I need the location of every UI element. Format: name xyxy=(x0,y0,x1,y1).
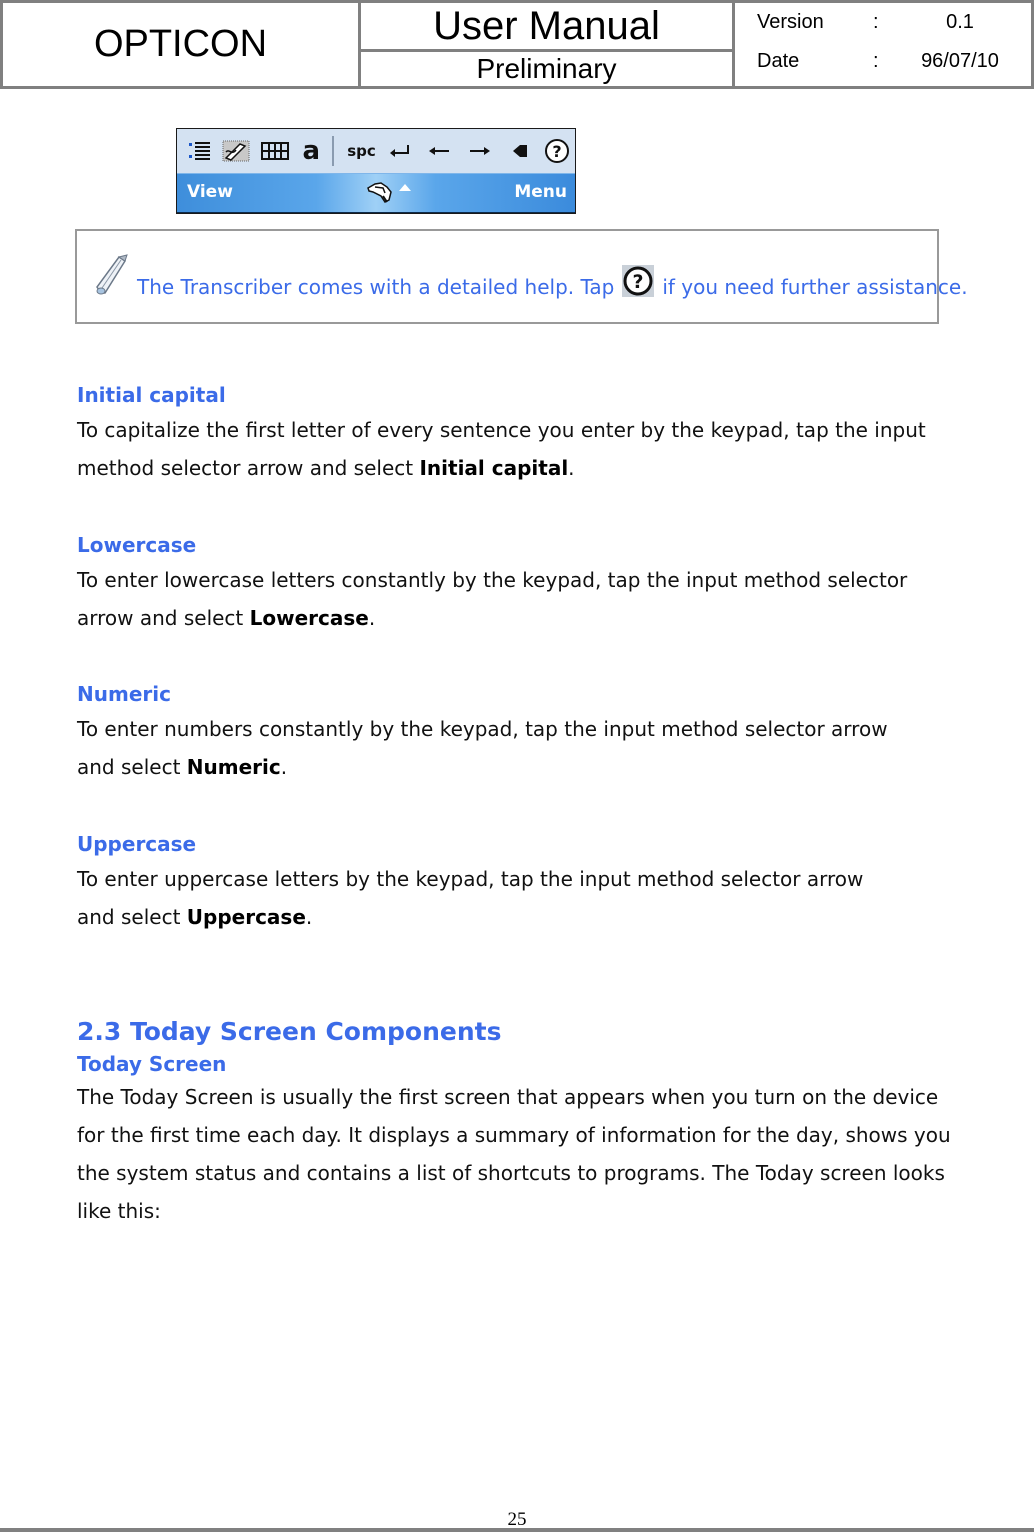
paragraph-text: To enter lowercase letters constantly by… xyxy=(77,568,908,630)
transcriber-toolbar-image: a spc ? View Menu xyxy=(176,128,576,214)
paragraph-bold-term: Uppercase xyxy=(186,905,306,929)
company-name: OPTICON xyxy=(3,3,361,86)
menu-bar: View Menu xyxy=(177,173,575,213)
paragraph-bold-term: Lowercase xyxy=(249,606,369,630)
section-paragraph: To enter numbers constantly by the keypa… xyxy=(77,710,927,786)
enter-icon xyxy=(381,136,418,166)
letter-a-icon: a xyxy=(302,136,321,166)
section-numeric: Numeric To enter numbers constantly by t… xyxy=(77,682,957,786)
document-title: User Manual xyxy=(361,3,732,52)
arrow-left-icon xyxy=(418,136,459,166)
svg-text:?: ? xyxy=(553,142,562,161)
section-lowercase: Lowercase To enter lowercase letters con… xyxy=(77,533,957,637)
paragraph-end: . xyxy=(368,606,376,630)
input-method-hand-icon xyxy=(367,182,392,203)
paragraph-end: . xyxy=(305,905,313,929)
note-text-before: The Transcriber comes with a detailed he… xyxy=(137,275,615,299)
date-separator: : xyxy=(873,50,879,72)
list-icon xyxy=(183,136,216,166)
section-paragraph: The Today Screen is usually the first sc… xyxy=(77,1085,951,1223)
section-today-screen: 2.3 Today Screen Components Today Screen… xyxy=(77,1017,957,1230)
backspace-icon xyxy=(501,136,540,166)
document-status: Preliminary xyxy=(476,53,617,84)
handwriting-icon xyxy=(216,136,255,166)
date-row: Date : 96/07/10 xyxy=(735,50,1031,78)
note-box: The Transcriber comes with a detailed he… xyxy=(75,229,968,324)
section-heading: Lowercase xyxy=(77,533,197,557)
section-heading: Initial capital xyxy=(77,383,226,407)
svg-text:?: ? xyxy=(633,271,644,293)
input-selector-arrow-icon xyxy=(399,184,411,191)
version-value: 0.1 xyxy=(946,11,974,33)
version-label: Version xyxy=(757,11,824,33)
pencil-note-icon xyxy=(96,254,128,295)
footer-rule xyxy=(0,1528,1034,1532)
section-uppercase: Uppercase To enter uppercase letters by … xyxy=(77,832,957,936)
paragraph-bold-term: Numeric xyxy=(186,755,281,779)
transcriber-toolbar: a spc ? xyxy=(177,129,575,173)
menu-label: Menu xyxy=(514,182,567,202)
toolbar-separator xyxy=(331,136,334,166)
section-heading: Uppercase xyxy=(77,832,197,856)
view-menu-label: View xyxy=(187,182,233,202)
version-separator: : xyxy=(873,11,879,33)
version-row: Version : 0.1 xyxy=(735,11,1031,39)
paragraph-bold-term: Initial capital xyxy=(419,456,569,480)
date-label: Date xyxy=(757,50,800,72)
help-icon: ? xyxy=(540,136,575,166)
paragraph-end: . xyxy=(280,755,288,779)
section-initial-capital: Initial capital To capitalize the first … xyxy=(77,383,957,487)
document-header: OPTICON User Manual Preliminary Version … xyxy=(0,0,1034,89)
keyboard-grid-icon xyxy=(255,136,294,166)
section-paragraph: To capitalize the first letter of every … xyxy=(77,411,957,487)
subsection-heading: Today Screen xyxy=(77,1052,227,1076)
paragraph-end: . xyxy=(568,456,575,480)
header-title-cell: User Manual Preliminary xyxy=(361,3,735,86)
note-text-after: if you need further assistance. xyxy=(662,275,968,299)
space-icon: spc xyxy=(347,142,376,160)
section-title: 2.3 Today Screen Components xyxy=(77,1017,502,1046)
header-meta-cell: Version : 0.1 Date : 96/07/10 xyxy=(735,3,1031,86)
note-text: The Transcriber comes with a detailed he… xyxy=(137,265,968,299)
section-heading: Numeric xyxy=(77,682,171,706)
date-value: 96/07/10 xyxy=(921,50,999,72)
arrow-right-icon xyxy=(459,136,500,166)
section-paragraph: To enter uppercase letters by the keypad… xyxy=(77,860,907,936)
help-icon: ? xyxy=(622,265,655,297)
section-paragraph: To enter lowercase letters constantly by… xyxy=(77,561,957,637)
